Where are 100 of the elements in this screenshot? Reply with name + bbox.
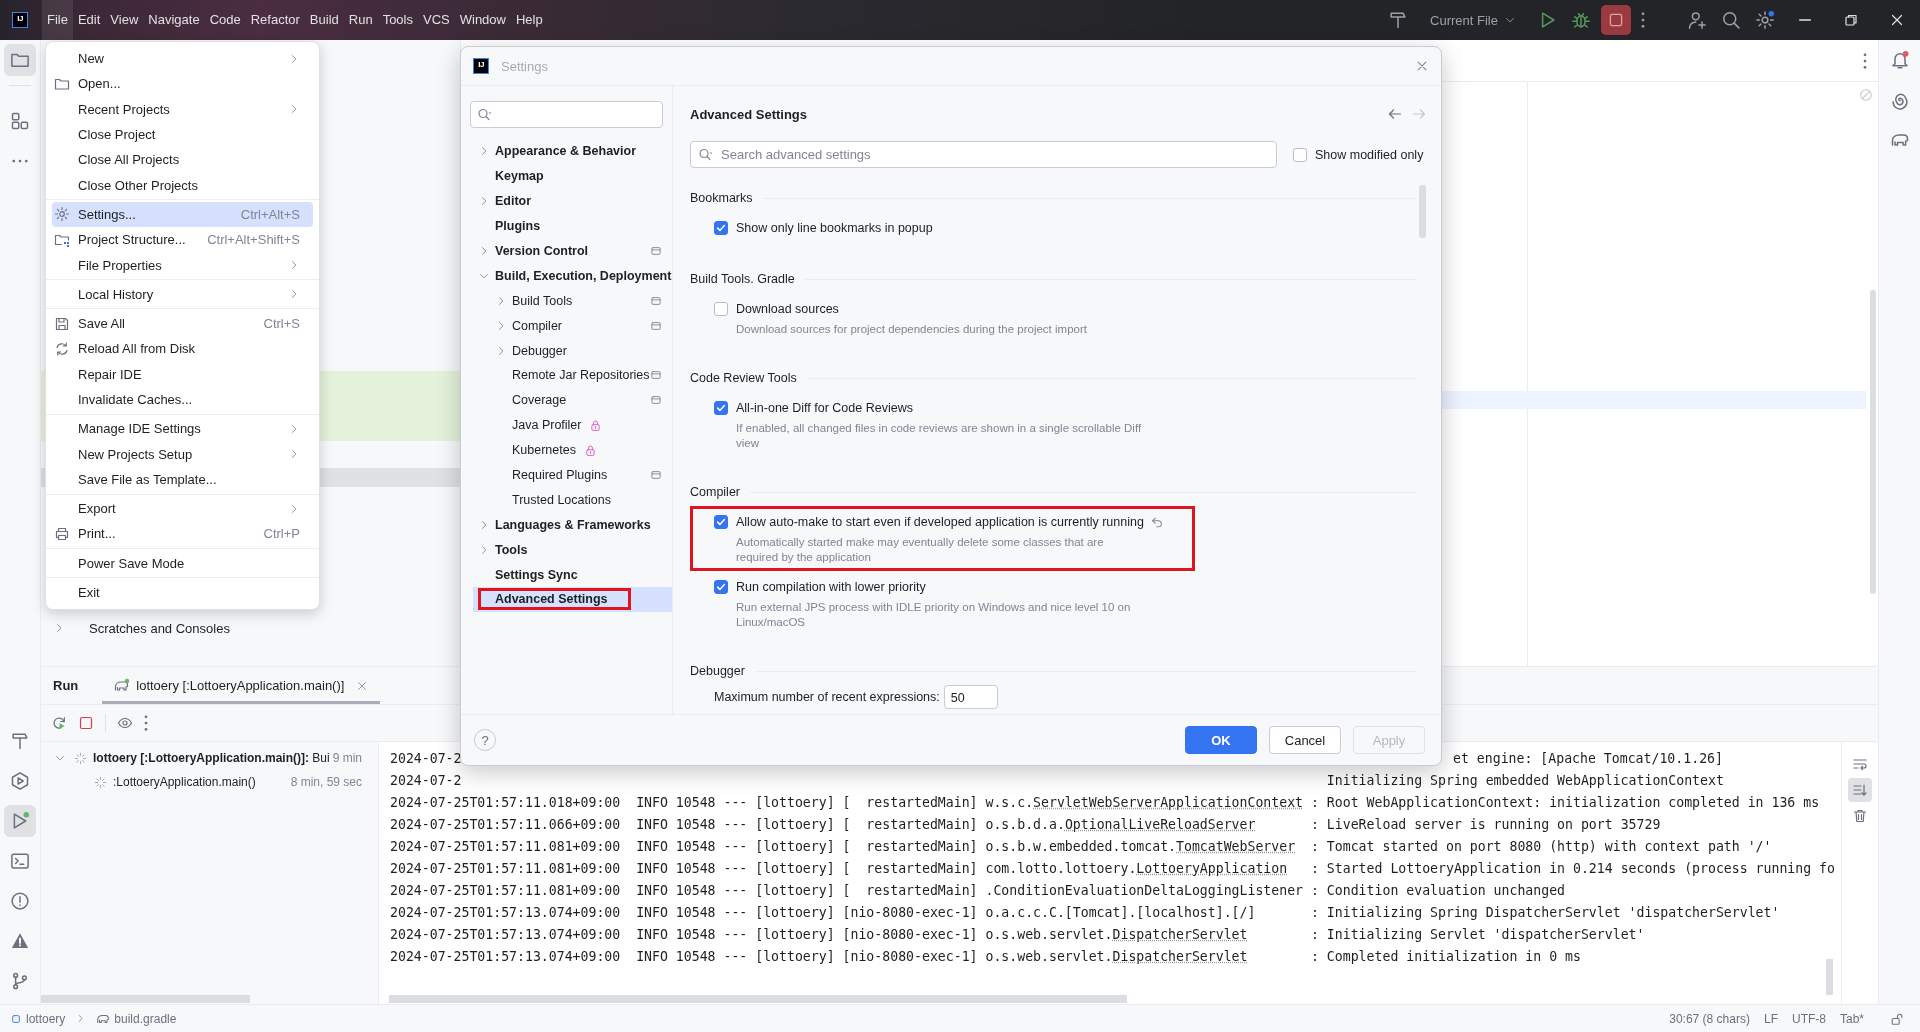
more-icon[interactable] bbox=[144, 715, 148, 731]
run-config-selector[interactable]: Current File bbox=[1430, 12, 1516, 28]
eye-icon[interactable] bbox=[117, 715, 133, 731]
more-icon[interactable] bbox=[1641, 12, 1645, 28]
menu-item[interactable]: Reload All from Disk bbox=[52, 336, 313, 362]
status-item[interactable]: UTF-8 bbox=[1791, 1011, 1826, 1026]
app-logo[interactable]: IJ bbox=[12, 12, 28, 28]
hammer-icon[interactable] bbox=[1388, 10, 1409, 30]
checkbox[interactable] bbox=[714, 580, 728, 594]
settings-icon[interactable] bbox=[1755, 10, 1775, 30]
menu-item[interactable]: Navigate bbox=[143, 0, 205, 40]
lock-icon[interactable] bbox=[1890, 1011, 1904, 1026]
menu-item[interactable]: Manage IDE Settings bbox=[52, 416, 313, 442]
close-icon[interactable] bbox=[356, 679, 369, 692]
bug-icon[interactable] bbox=[1571, 10, 1591, 30]
tree-item[interactable]: Debugger bbox=[473, 338, 672, 363]
menu-item[interactable]: Project Structure... Ctrl+Alt+Shift+S bbox=[52, 227, 313, 253]
menu-item[interactable]: Recent Projects bbox=[52, 96, 313, 122]
more-icon[interactable] bbox=[1863, 52, 1867, 69]
tree-item[interactable]: Languages & Frameworks bbox=[473, 512, 672, 538]
scrollbar[interactable] bbox=[1826, 959, 1833, 995]
ok-button[interactable]: OK bbox=[1185, 726, 1257, 754]
menu-item[interactable]: Repair IDE bbox=[52, 361, 313, 387]
rerun-icon[interactable] bbox=[51, 715, 67, 731]
menu-item[interactable]: Open... bbox=[52, 71, 313, 97]
menu-item[interactable]: Exit bbox=[52, 579, 313, 606]
tree-item[interactable]: Advanced Settings bbox=[473, 587, 672, 612]
tree-item[interactable]: Coverage bbox=[473, 387, 672, 413]
checkbox[interactable] bbox=[714, 401, 728, 415]
tree-item[interactable]: Trusted Locations bbox=[473, 487, 672, 513]
tree-item[interactable]: Version Control bbox=[473, 238, 672, 264]
menu-item[interactable]: Save File as Template... bbox=[52, 466, 313, 493]
checkbox[interactable] bbox=[714, 302, 728, 316]
tool-window-button[interactable] bbox=[4, 44, 36, 76]
tree-item[interactable]: Java Profiler bbox=[473, 412, 672, 438]
tree-item[interactable]: Keymap bbox=[473, 163, 672, 189]
menu-item[interactable]: Close Other Projects bbox=[52, 172, 313, 198]
menu-item[interactable]: Power Save Mode bbox=[52, 550, 313, 576]
scrollbar[interactable] bbox=[41, 995, 250, 1003]
menu-item[interactable]: Export bbox=[52, 496, 313, 522]
tree-item[interactable]: Kubernetes bbox=[473, 437, 672, 463]
menu-item[interactable]: Help bbox=[510, 0, 548, 40]
tree-item[interactable]: Build Tools bbox=[473, 288, 672, 314]
scrollbar[interactable] bbox=[1418, 185, 1426, 238]
menu-item[interactable]: Local History bbox=[52, 281, 313, 307]
status-item[interactable]: Tab* bbox=[1839, 1011, 1864, 1026]
menu-item[interactable]: View bbox=[105, 0, 144, 40]
reset-icon[interactable] bbox=[1149, 515, 1164, 529]
menu-item[interactable]: Close Project bbox=[52, 121, 313, 148]
menu-item[interactable]: Refactor bbox=[245, 0, 305, 40]
search-field[interactable] bbox=[470, 101, 663, 128]
close-icon[interactable] bbox=[1415, 59, 1429, 73]
checkbox[interactable] bbox=[714, 221, 728, 235]
search-icon[interactable] bbox=[1721, 10, 1741, 30]
menu-item[interactable]: Save All Ctrl+S bbox=[52, 310, 313, 337]
tree-item[interactable]: Plugins bbox=[473, 213, 672, 239]
tab[interactable]: lottoery [:LottoeryApplication.main()] bbox=[102, 667, 381, 704]
menu-item[interactable]: Settings... Ctrl+Alt+S bbox=[52, 201, 313, 228]
checkbox[interactable] bbox=[1293, 147, 1307, 162]
checkbox[interactable] bbox=[714, 515, 728, 529]
menu-item[interactable]: Print... Ctrl+P bbox=[52, 521, 313, 547]
status-item[interactable]: LF bbox=[1763, 1011, 1778, 1026]
cancel-button[interactable]: Cancel bbox=[1269, 726, 1341, 754]
tree-item[interactable]: Appearance & Behavior bbox=[473, 139, 672, 164]
stop-icon[interactable] bbox=[78, 715, 94, 731]
tree-item[interactable]: Build, Execution, Deployment bbox=[473, 263, 672, 289]
tree-item[interactable]: Required Plugins bbox=[473, 462, 672, 488]
tool-window-button[interactable] bbox=[4, 805, 36, 837]
stop-button[interactable] bbox=[1601, 5, 1631, 35]
tree-item[interactable]: Compiler bbox=[473, 313, 672, 339]
menu-item[interactable]: Window bbox=[454, 0, 511, 40]
number-field[interactable]: 50 bbox=[943, 685, 998, 709]
menu-item[interactable]: Edit bbox=[72, 0, 106, 40]
status-item[interactable]: 30:67 (8 chars) bbox=[1669, 1011, 1750, 1026]
menu-item[interactable]: Close All Projects bbox=[52, 147, 313, 173]
menu-item[interactable]: Run bbox=[343, 0, 378, 40]
menu-item[interactable]: New bbox=[52, 46, 313, 72]
back-arrow-icon[interactable] bbox=[1387, 106, 1403, 122]
search-field[interactable]: Search advanced settings bbox=[690, 141, 1277, 168]
tree-item[interactable]: Editor bbox=[473, 188, 672, 214]
tree-item[interactable]: Tools bbox=[473, 537, 672, 563]
menu-item[interactable]: VCS bbox=[418, 0, 455, 40]
trash-icon[interactable] bbox=[1852, 808, 1868, 824]
run-tree-item[interactable]: lottoery [:LottoeryApplication.main()]: Bui 9 min bbox=[41, 746, 378, 770]
menu-item[interactable]: Build bbox=[304, 0, 344, 40]
breadcrumb[interactable]: build.gradle bbox=[114, 1011, 177, 1026]
tree-item[interactable]: Remote Jar Repositories bbox=[473, 363, 672, 388]
scroll-to-end-button[interactable] bbox=[1848, 778, 1872, 802]
scrollbar[interactable] bbox=[389, 995, 1127, 1003]
menu-item[interactable]: Invalidate Caches... bbox=[52, 386, 313, 413]
scrollbar[interactable] bbox=[1870, 290, 1876, 594]
add-user-icon[interactable] bbox=[1687, 10, 1707, 30]
menu-item[interactable]: Code bbox=[204, 0, 246, 40]
soft-wrap-icon[interactable] bbox=[1852, 756, 1868, 772]
notifications-icon[interactable] bbox=[1889, 50, 1910, 70]
menu-item[interactable]: File Properties bbox=[52, 252, 313, 278]
tree-item[interactable]: Scratches and Consoles bbox=[41, 617, 460, 639]
menu-item[interactable]: New Projects Setup bbox=[52, 441, 313, 467]
menu-item[interactable]: File bbox=[42, 0, 73, 40]
menu-item[interactable]: Tools bbox=[377, 0, 418, 40]
